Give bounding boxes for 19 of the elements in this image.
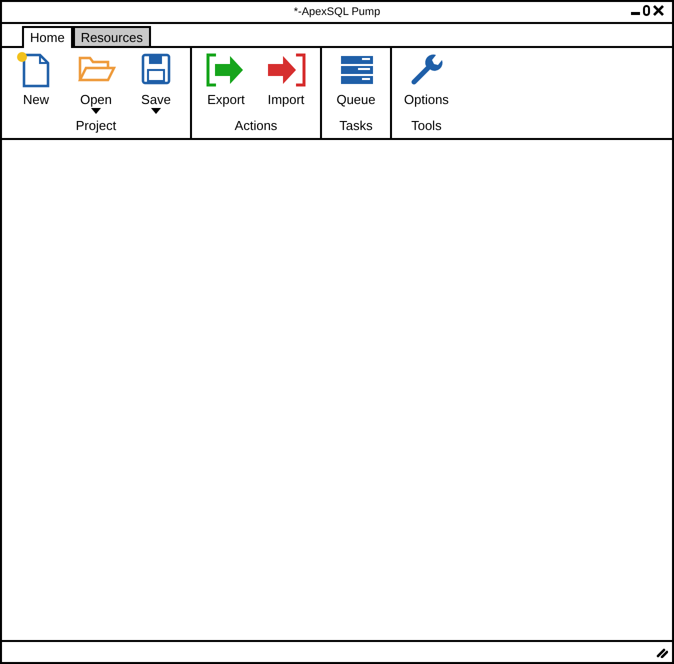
ribbon-button[interactable]: Export xyxy=(200,52,252,108)
group-label: Actions xyxy=(234,118,278,134)
caret-icon xyxy=(91,108,101,114)
window-title: *-ApexSQL Pump xyxy=(294,4,380,20)
tab[interactable]: Resources xyxy=(72,26,151,46)
maximize-icon[interactable] xyxy=(643,5,650,16)
tab[interactable]: Home xyxy=(22,26,73,48)
close-icon[interactable] xyxy=(653,5,664,16)
group-label: Tools xyxy=(411,118,442,134)
ribbon-button[interactable]: Save xyxy=(130,52,182,114)
caret-icon xyxy=(151,108,161,114)
ribbon-button[interactable]: Import xyxy=(260,52,312,108)
resize-grip-icon[interactable] xyxy=(656,646,668,658)
ribbon-button[interactable]: New xyxy=(10,52,62,114)
group-label: Project xyxy=(76,118,116,134)
ribbon-button[interactable]: Open xyxy=(70,52,122,114)
ribbon-button[interactable]: Options xyxy=(400,52,453,108)
group-label: Tasks xyxy=(339,118,373,134)
ribbon-button[interactable]: Queue xyxy=(330,52,382,108)
